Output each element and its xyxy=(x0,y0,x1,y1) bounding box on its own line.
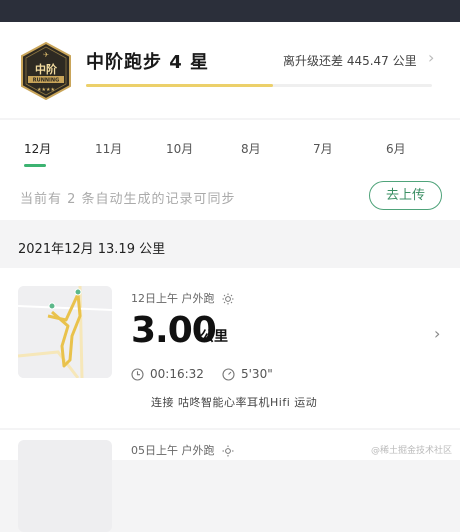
level-progress-bar xyxy=(86,84,432,87)
active-tab-indicator xyxy=(24,164,46,167)
tab-month-11[interactable]: 11月 xyxy=(95,140,122,157)
run-pace: 5'30" xyxy=(222,367,273,381)
sun-icon xyxy=(222,445,234,457)
month-summary-header: 2021年12月 13.19 公里 xyxy=(0,228,460,268)
svg-text:✈: ✈ xyxy=(43,51,49,59)
run-device-text: 连接 咕咚智能心率耳机Hifi 运动 xyxy=(151,394,317,410)
tab-month-6[interactable]: 6月 xyxy=(386,140,406,157)
run-meta: 12日上午 户外跑 xyxy=(131,290,234,306)
run-duration-value: 00:16:32 xyxy=(150,367,204,381)
run-meta-text: 05日上午 户外跑 xyxy=(131,444,215,457)
month-tabs: 12月 11月 10月 8月 7月 6月 xyxy=(0,120,460,170)
run-meta-text: 12日上午 户外跑 xyxy=(131,292,215,305)
pace-gauge-icon xyxy=(222,368,235,381)
run-record-card[interactable]: 12日上午 户外跑 3.00 公里 › 00:16:32 5'30" 连接 咕咚… xyxy=(0,268,460,428)
status-bar xyxy=(0,0,460,22)
clock-icon xyxy=(131,368,144,381)
tab-month-8[interactable]: 8月 xyxy=(241,140,261,157)
level-card[interactable]: ✈ 中阶 RUNNING ★★★★ 中阶跑步 4 星 离升级还差 445.47 … xyxy=(0,22,460,118)
route-map-thumbnail xyxy=(18,286,112,378)
chevron-right-icon[interactable]: › xyxy=(434,324,440,343)
svg-text:★★★★: ★★★★ xyxy=(37,87,55,93)
running-level-badge-icon: ✈ 中阶 RUNNING ★★★★ xyxy=(20,42,72,100)
route-map-thumbnail xyxy=(18,440,112,532)
upload-button[interactable]: 去上传 xyxy=(369,181,442,210)
badge-subtext: RUNNING xyxy=(33,78,59,84)
tab-month-10[interactable]: 10月 xyxy=(166,140,193,157)
level-gap-text: 离升级还差 445.47 公里 xyxy=(283,52,417,69)
month-summary-text: 2021年12月 13.19 公里 xyxy=(18,238,165,257)
run-meta: 05日上午 户外跑 xyxy=(131,442,234,458)
level-progress-fill xyxy=(86,84,273,87)
level-title: 中阶跑步 4 星 xyxy=(86,48,209,74)
run-pace-value: 5'30" xyxy=(241,367,273,381)
sync-banner: 当前有 2 条自动生成的记录可同步 去上传 xyxy=(0,170,460,220)
badge-text: 中阶 xyxy=(35,62,58,76)
route-map-icon xyxy=(18,286,112,378)
tab-month-7[interactable]: 7月 xyxy=(313,140,333,157)
tab-month-12[interactable]: 12月 xyxy=(24,140,51,157)
run-duration: 00:16:32 xyxy=(131,367,204,381)
sun-icon xyxy=(222,293,234,305)
run-distance-unit: 公里 xyxy=(200,326,228,346)
watermark: @稀土掘金技术社区 xyxy=(371,443,452,456)
sync-text: 当前有 2 条自动生成的记录可同步 xyxy=(20,188,236,207)
chevron-right-icon[interactable]: › xyxy=(428,48,434,67)
